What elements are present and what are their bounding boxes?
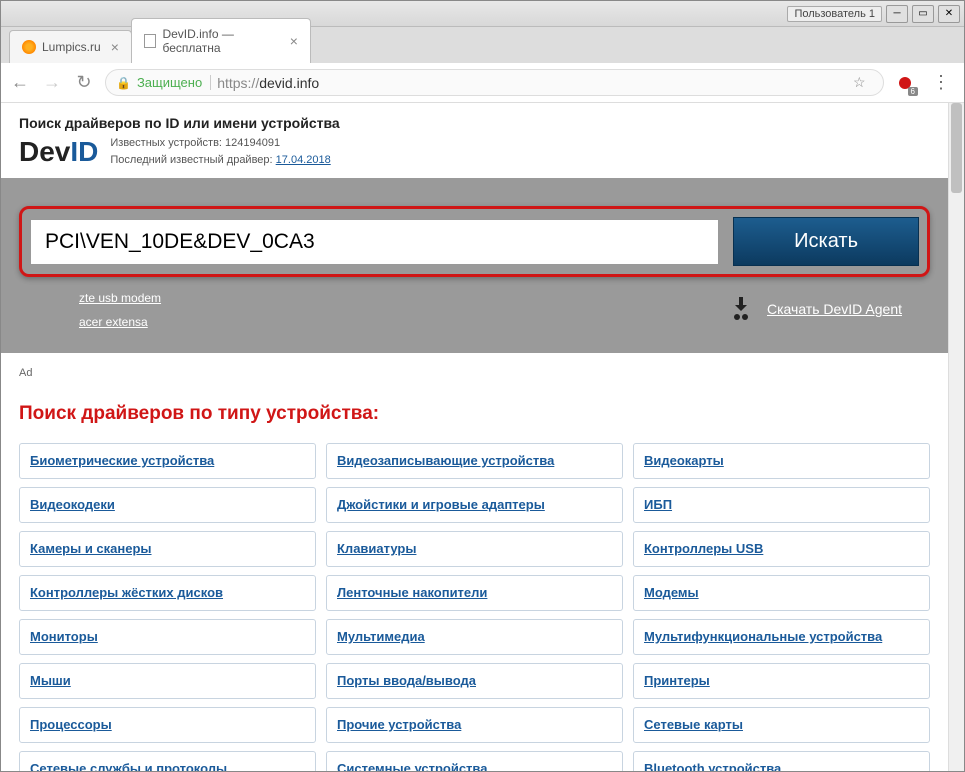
category-link[interactable]: Системные устройства: [337, 761, 487, 771]
minimize-button[interactable]: ─: [886, 5, 908, 23]
category-item: Модемы: [633, 575, 930, 611]
content: Ad Поиск драйверов по типу устройства: Б…: [1, 353, 948, 771]
scroll-thumb[interactable]: [951, 103, 962, 193]
category-link[interactable]: Биометрические устройства: [30, 453, 214, 468]
user-label[interactable]: Пользователь 1: [787, 6, 882, 22]
tab-devid[interactable]: DevID.info — бесплатна ×: [131, 18, 311, 63]
category-grid: Биометрические устройства Видеозаписывающ…: [19, 443, 930, 771]
section-title: Поиск драйверов по типу устройства:: [19, 403, 930, 425]
category-item: Принтеры: [633, 663, 930, 699]
category-item: Джойстики и игровые адаптеры: [326, 487, 623, 523]
category-link[interactable]: Модемы: [644, 585, 699, 600]
category-link[interactable]: Джойстики и игровые адаптеры: [337, 497, 545, 512]
example-link[interactable]: zte usb modem: [79, 291, 161, 305]
category-link[interactable]: Мониторы: [30, 629, 98, 644]
category-link[interactable]: Клавиатуры: [337, 541, 416, 556]
example-links: zte usb modem acer extensa: [79, 291, 161, 329]
category-item: Мультифункциональные устройства: [633, 619, 930, 655]
category-link[interactable]: Контроллеры USB: [644, 541, 763, 556]
search-input[interactable]: [30, 219, 719, 265]
tab-label: DevID.info — бесплатна: [162, 27, 279, 55]
download-icon: [729, 297, 757, 321]
category-link[interactable]: Мультимедиа: [337, 629, 425, 644]
category-link[interactable]: Камеры и сканеры: [30, 541, 152, 556]
extension-icon[interactable]: 6: [894, 72, 916, 94]
download-agent-link[interactable]: Скачать DevID Agent: [729, 297, 902, 321]
category-link[interactable]: Bluetooth устройства: [644, 761, 781, 771]
url-field[interactable]: 🔒 Защищено https://devid.info ☆: [105, 69, 884, 96]
category-item: Видеокодеки: [19, 487, 316, 523]
category-link[interactable]: Мультифункциональные устройства: [644, 629, 882, 644]
category-item: Контроллеры USB: [633, 531, 930, 567]
category-item: Видеокарты: [633, 443, 930, 479]
category-item: Камеры и сканеры: [19, 531, 316, 567]
category-item: Ленточные накопители: [326, 575, 623, 611]
tab-label: Lumpics.ru: [42, 40, 101, 54]
back-button[interactable]: ←: [9, 72, 31, 94]
category-item: Мониторы: [19, 619, 316, 655]
forward-button[interactable]: →: [41, 72, 63, 94]
category-link[interactable]: Порты ввода/вывода: [337, 673, 476, 688]
tab-strip: Lumpics.ru × DevID.info — бесплатна ×: [1, 27, 964, 63]
category-link[interactable]: Видеокарты: [644, 453, 724, 468]
close-button[interactable]: ✕: [938, 5, 960, 23]
category-link[interactable]: Сетевые службы и протоколы: [30, 761, 227, 771]
last-driver-link[interactable]: 17.04.2018: [276, 154, 331, 166]
category-item: Клавиатуры: [326, 531, 623, 567]
category-item: Процессоры: [19, 707, 316, 743]
category-link[interactable]: Прочие устройства: [337, 717, 461, 732]
maximize-button[interactable]: ▭: [912, 5, 934, 23]
category-item: Bluetooth устройства: [633, 751, 930, 771]
category-link[interactable]: ИБП: [644, 497, 672, 512]
category-item: Прочие устройства: [326, 707, 623, 743]
ad-label: Ad: [19, 367, 930, 379]
category-item: Контроллеры жёстких дисков: [19, 575, 316, 611]
site-header: Поиск драйверов по ID или имени устройст…: [1, 103, 948, 178]
favicon-lumpics-icon: [22, 40, 36, 54]
category-link[interactable]: Процессоры: [30, 717, 112, 732]
category-item: Биометрические устройства: [19, 443, 316, 479]
search-box: Искать: [19, 206, 930, 277]
category-item: Мыши: [19, 663, 316, 699]
category-item: ИБП: [633, 487, 930, 523]
window: Пользователь 1 ─ ▭ ✕ Lumpics.ru × DevID.…: [0, 0, 965, 772]
secure-label: Защищено: [137, 75, 211, 90]
search-button[interactable]: Искать: [733, 217, 919, 266]
bookmark-star-icon[interactable]: ☆: [853, 74, 873, 91]
category-link[interactable]: Видеозаписывающие устройства: [337, 453, 554, 468]
search-section: Искать zte usb modem acer extensa Скачат…: [1, 178, 948, 353]
header-stats: Известных устройств: 124194091 Последний…: [110, 135, 330, 168]
category-item: Системные устройства: [326, 751, 623, 771]
menu-button[interactable]: ⋮: [926, 72, 956, 93]
category-link[interactable]: Мыши: [30, 673, 71, 688]
page-content: Поиск драйверов по ID или имени устройст…: [1, 103, 948, 771]
tagline: Поиск драйверов по ID или имени устройст…: [19, 115, 930, 131]
url-text: https://devid.info: [217, 75, 319, 91]
category-link[interactable]: Принтеры: [644, 673, 710, 688]
category-item: Мультимедиа: [326, 619, 623, 655]
example-link[interactable]: acer extensa: [79, 315, 161, 329]
new-tab-button[interactable]: [316, 35, 340, 59]
category-link[interactable]: Видеокодеки: [30, 497, 115, 512]
tab-close-icon[interactable]: ×: [290, 33, 298, 49]
category-link[interactable]: Ленточные накопители: [337, 585, 487, 600]
reload-button[interactable]: ↻: [73, 72, 95, 94]
extension-badge: 6: [908, 87, 918, 96]
favicon-blank-icon: [144, 34, 157, 48]
category-link[interactable]: Контроллеры жёстких дисков: [30, 585, 223, 600]
category-item: Сетевые службы и протоколы: [19, 751, 316, 771]
category-link[interactable]: Сетевые карты: [644, 717, 743, 732]
tab-lumpics[interactable]: Lumpics.ru ×: [9, 30, 132, 63]
tab-close-icon[interactable]: ×: [111, 39, 119, 55]
category-item: Сетевые карты: [633, 707, 930, 743]
address-bar: ← → ↻ 🔒 Защищено https://devid.info ☆ 6 …: [1, 63, 964, 103]
category-item: Видеозаписывающие устройства: [326, 443, 623, 479]
category-item: Порты ввода/вывода: [326, 663, 623, 699]
page: Поиск драйверов по ID или имени устройст…: [1, 103, 964, 771]
logo[interactable]: DevID: [19, 136, 98, 168]
lock-icon: 🔒: [116, 76, 131, 90]
scrollbar[interactable]: [948, 103, 964, 771]
